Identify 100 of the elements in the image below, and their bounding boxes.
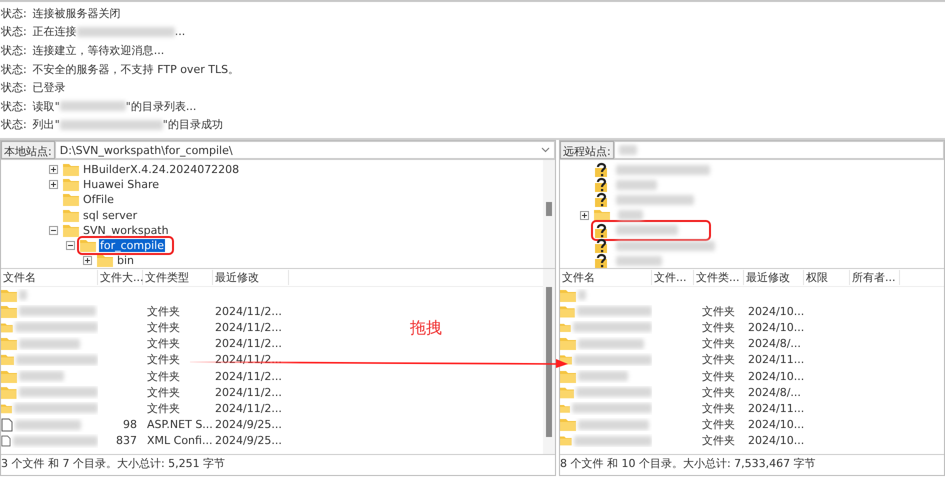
column-header[interactable]: 最近修改: [744, 270, 804, 285]
folder-icon: [1, 370, 17, 383]
folder-icon: [63, 224, 79, 237]
scrollbar-thumb[interactable]: [546, 202, 552, 216]
folder-icon: [97, 254, 113, 268]
expand-icon[interactable]: [49, 165, 58, 174]
blurred-text: [578, 420, 649, 430]
folder-icon: [560, 418, 576, 432]
blurred-text: [618, 145, 637, 155]
question-icon: [594, 238, 608, 254]
table-cell: XML Confi...: [147, 434, 212, 448]
log-message: 不安全的服务器，不支持 FTP over TLS。: [32, 62, 240, 77]
table-cell: 文件夹: [702, 353, 735, 366]
log-message: 连接建立，等待欢迎消息...: [32, 42, 164, 58]
table-cell: 98: [123, 418, 137, 432]
tree-item[interactable]: bin: [116, 254, 136, 268]
blurred-text: [578, 371, 628, 382]
table-cell: 2024/11/2...: [215, 320, 282, 334]
log-label: 状态:: [1, 80, 27, 96]
column-header[interactable]: 最近修改: [213, 270, 289, 285]
table-cell: 文件夹: [702, 418, 735, 432]
scrollbar-thumb[interactable]: [546, 287, 552, 437]
column-header[interactable]: 文件大...: [98, 270, 143, 285]
folder-icon: [63, 208, 79, 222]
folder-icon: [1, 353, 14, 366]
table-cell: 文件夹: [702, 370, 735, 383]
question-icon: [594, 162, 608, 178]
column-header[interactable]: 文件类...: [694, 270, 744, 285]
log-label: 状态:: [1, 6, 27, 21]
blurred-text: [19, 371, 64, 382]
column-header[interactable]: 文件名: [560, 270, 652, 285]
log-message: "的目录成功: [162, 117, 223, 132]
expand-icon[interactable]: [49, 180, 58, 190]
column-header[interactable]: 所有者...: [850, 270, 900, 285]
log-message: 连接被服务器关闭: [32, 6, 121, 21]
table-cell: 文件夹: [147, 320, 180, 334]
log-label: 状态:: [1, 42, 27, 58]
blurred-text: [616, 180, 657, 190]
question-icon: [594, 177, 608, 192]
folder-icon: [560, 304, 575, 318]
table-cell: 2024/10...: [748, 434, 804, 448]
folder-icon: [560, 434, 572, 448]
question-icon: [594, 253, 608, 268]
tree-item[interactable]: for_compile: [99, 239, 165, 252]
log-label: 状态:: [1, 62, 27, 77]
collapse-icon[interactable]: [66, 241, 75, 250]
path-field[interactable]: D:\SVN_workspath\for_compile\: [54, 141, 555, 159]
table-cell: 文件夹: [147, 353, 180, 366]
table-cell: 2024/11/2...: [215, 402, 282, 415]
site-label: 远程站点:: [560, 141, 614, 159]
blurred-text: [19, 338, 80, 349]
path-field[interactable]: [614, 141, 944, 159]
folder-icon: [1, 288, 17, 302]
expand-icon[interactable]: [83, 256, 92, 266]
folder-icon: [560, 337, 576, 350]
table-cell: 2024/11/2...: [215, 337, 282, 350]
table-cell: 2024/11...: [748, 353, 804, 366]
collapse-icon[interactable]: [49, 226, 58, 235]
log-label: 状态:: [1, 24, 27, 40]
table-cell: 文件夹: [147, 370, 180, 383]
column-header[interactable]: 权限: [804, 270, 850, 285]
table-cell: 文件夹: [147, 402, 180, 415]
table-cell: 文件夹: [702, 304, 735, 318]
expand-icon[interactable]: [580, 210, 589, 220]
column-header[interactable]: 文件类型: [143, 270, 213, 285]
log-message: ...: [174, 25, 186, 38]
tree-item[interactable]: HBuilderX.4.24.2024072208: [82, 163, 240, 176]
tree-item[interactable]: Huawei Share: [82, 178, 160, 192]
question-icon: [594, 192, 608, 208]
table-cell: 文件夹: [702, 402, 735, 415]
table-cell: 文件夹: [147, 386, 180, 399]
blurred-text: [19, 290, 27, 300]
column-header[interactable]: 文件名: [1, 270, 98, 285]
table-cell: 2024/11/2...: [215, 370, 282, 383]
table-cell: 2024/10...: [748, 320, 804, 334]
table-cell: 2024/11...: [748, 402, 804, 415]
blurred-text: [618, 210, 643, 220]
table-cell: 2024/11/2...: [215, 386, 282, 399]
table-cell: 2024/9/25...: [215, 434, 282, 448]
table-cell: 文件夹: [702, 434, 735, 448]
table-cell: 2024/9/25...: [215, 418, 282, 432]
table-cell: 2024/8/...: [748, 386, 801, 399]
log-message: 列出": [32, 117, 60, 132]
tree-item[interactable]: sql server: [82, 208, 138, 222]
table-cell: 文件夹: [702, 320, 735, 334]
table-cell: ASP.NET S...: [147, 418, 213, 432]
question-icon: [594, 222, 608, 238]
folder-icon: [63, 193, 79, 206]
log-message: 正在连接: [32, 24, 77, 40]
tree-item[interactable]: OfFile: [82, 193, 115, 206]
column-header[interactable]: 文件...: [652, 270, 694, 285]
folder-icon: [594, 208, 610, 222]
tree-item[interactable]: SVN_workspath: [82, 224, 170, 237]
table-cell: 文件夹: [702, 337, 735, 350]
folder-icon: [63, 163, 79, 176]
blurred-text: [60, 101, 126, 112]
folder-icon: [1, 337, 17, 350]
folder-icon: [560, 288, 576, 302]
dropdown-icon[interactable]: [541, 147, 550, 153]
table-cell: 文件夹: [147, 337, 180, 350]
